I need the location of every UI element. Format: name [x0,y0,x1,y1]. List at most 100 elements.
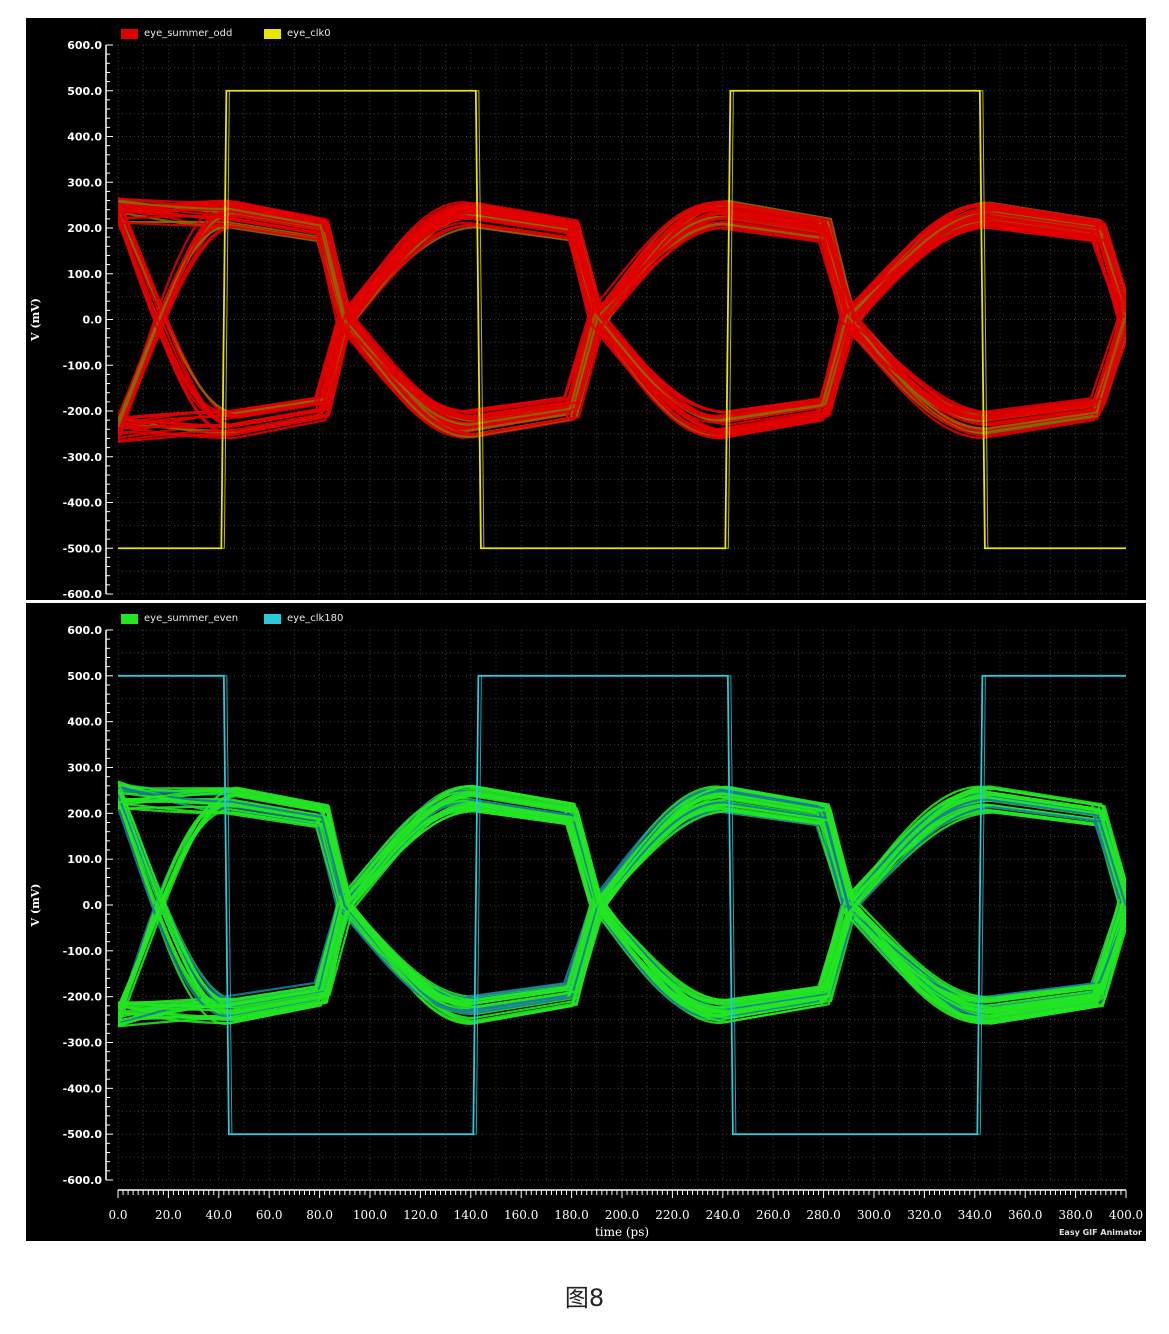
x-tick-label: 0.0 [108,1208,127,1222]
eye-trace [118,795,1125,1014]
legend-item-eye-summer-odd: eye_summer_odd [121,28,232,39]
x-tick-label: 380.0 [1058,1208,1092,1222]
figure-caption: 图8 [564,1284,605,1312]
eye-trace [118,787,1122,1018]
x-tick-label: 180.0 [554,1208,588,1222]
eye-trace [118,207,1122,438]
x-tick-label: 100.0 [353,1208,387,1222]
eye-trace [118,204,1126,433]
eye-trace [118,797,1123,1020]
eye-trace [118,800,1122,1016]
eye-trace [118,208,1126,423]
y-tick-label: 400.0 [67,131,102,144]
eye-trace [118,203,1126,435]
legend-label: eye_summer_even [144,613,239,624]
watermark: Easy GIF Animator [1058,1228,1142,1237]
y-tick-label: 100.0 [67,268,102,281]
chart-canvas: 600.0 500.0 400.0 300.0 200.0 100.0 0.0 -100.0 -… [26,39,1146,1239]
eye-trace [118,800,1124,1019]
eye-trace [118,795,1123,1022]
eye-trace [118,786,1126,1015]
eye-trace [118,791,1126,1015]
legend-swatch [264,28,281,39]
y-tick-label: 500.0 [67,85,102,98]
eye-trace [118,200,1121,431]
y-tick-label: -200.0 [63,405,103,418]
eye-trace [118,204,1123,440]
legend-label: eye_summer_odd [144,28,233,39]
y-tick-label: -100.0 [63,359,103,372]
series-eye_clk0 [118,89,1126,550]
y-tick-label: 200.0 [67,222,102,235]
eye-diagram-figure: 600.0 500.0 400.0 300.0 200.0 100.0 0.0 -100.0 -… [26,18,1146,1241]
eye-trace [118,207,1126,427]
y-tick-label: 0.0 [83,314,103,327]
y-tick-label: -300.0 [63,1037,103,1050]
eye-trace [118,200,1126,430]
eye-trace [118,786,1126,1026]
clock-trace-jitter [121,90,1126,549]
eye-trace [118,806,1124,1022]
eye-trace [118,206,1122,431]
eye-trace [118,202,1120,419]
y-tick-label: 600.0 [67,39,102,52]
eye-trace [118,201,1126,430]
x-tick-label: 80.0 [306,1208,333,1222]
legend-item-eye-summer-even: eye_summer_even [121,613,238,624]
x-tick-label: 320.0 [907,1208,941,1222]
x-tick-label: 200.0 [605,1208,639,1222]
eye-trace [118,799,1121,1018]
legend-swatch [264,613,281,624]
eye-trace [118,201,1126,436]
eye-trace [118,204,1126,433]
eye-trace [118,790,1126,1012]
y-tick-label: -100.0 [63,945,103,958]
x-tick-label: 140.0 [454,1208,488,1222]
eye-trace [118,200,1126,430]
x-tick-label: 120.0 [403,1208,437,1222]
x-tick-label: 220.0 [655,1208,689,1222]
x-tick-label: 40.0 [205,1208,232,1222]
y-tick-label: 300.0 [67,762,102,775]
y-tick-label: 200.0 [67,807,102,820]
panel-divider [26,600,1146,603]
eye-trace [118,205,1126,427]
legend-item-eye-clk0: eye_clk0 [264,28,331,39]
eye-trace [118,210,1123,420]
legend-label: eye_clk0 [287,28,331,39]
y-axis-label: V (mV) [29,298,42,342]
y-tick-label: -400.0 [63,1082,103,1095]
y-tick-label: 100.0 [67,853,102,866]
y-tick-label: -400.0 [63,497,103,510]
y-tick-label: -200.0 [63,991,103,1004]
x-tick-label: 300.0 [857,1208,891,1222]
y-tick-label: -500.0 [63,1128,103,1141]
legend-swatch [121,613,138,624]
y-tick-label: -600.0 [63,588,103,601]
legend-swatch [121,28,138,39]
x-tick-label: 340.0 [958,1208,992,1222]
x-tick-label: 280.0 [806,1208,840,1222]
eye-trace [118,801,1120,1019]
eye-trace [118,785,1122,1019]
eye-trace [118,202,1126,435]
eye-trace [118,788,1120,1025]
y-tick-label: -500.0 [63,542,103,555]
eye-trace [118,785,1125,1025]
eye-trace [118,206,1120,438]
eye-trace [118,200,1126,433]
legend-label: eye_clk180 [287,613,344,624]
chart-panel-2: 600.0 500.0 400.0 300.0 200.0 100.0 0.0 -100.0 -… [29,624,1143,1239]
eye-trace [118,787,1126,1025]
y-tick-label: -300.0 [63,451,103,464]
eye-trace [118,202,1124,419]
x-tick-label: 360.0 [1008,1208,1042,1222]
eye-trace [118,807,1124,1020]
x-tick-label: 160.0 [504,1208,538,1222]
y-tick-label: 0.0 [83,899,103,912]
y-tick-label: 300.0 [67,176,102,189]
eye-trace [118,201,1120,421]
x-tick-label: 60.0 [256,1208,283,1222]
series-eye_clk180 [118,674,1126,1136]
eye-trace [118,792,1122,1014]
